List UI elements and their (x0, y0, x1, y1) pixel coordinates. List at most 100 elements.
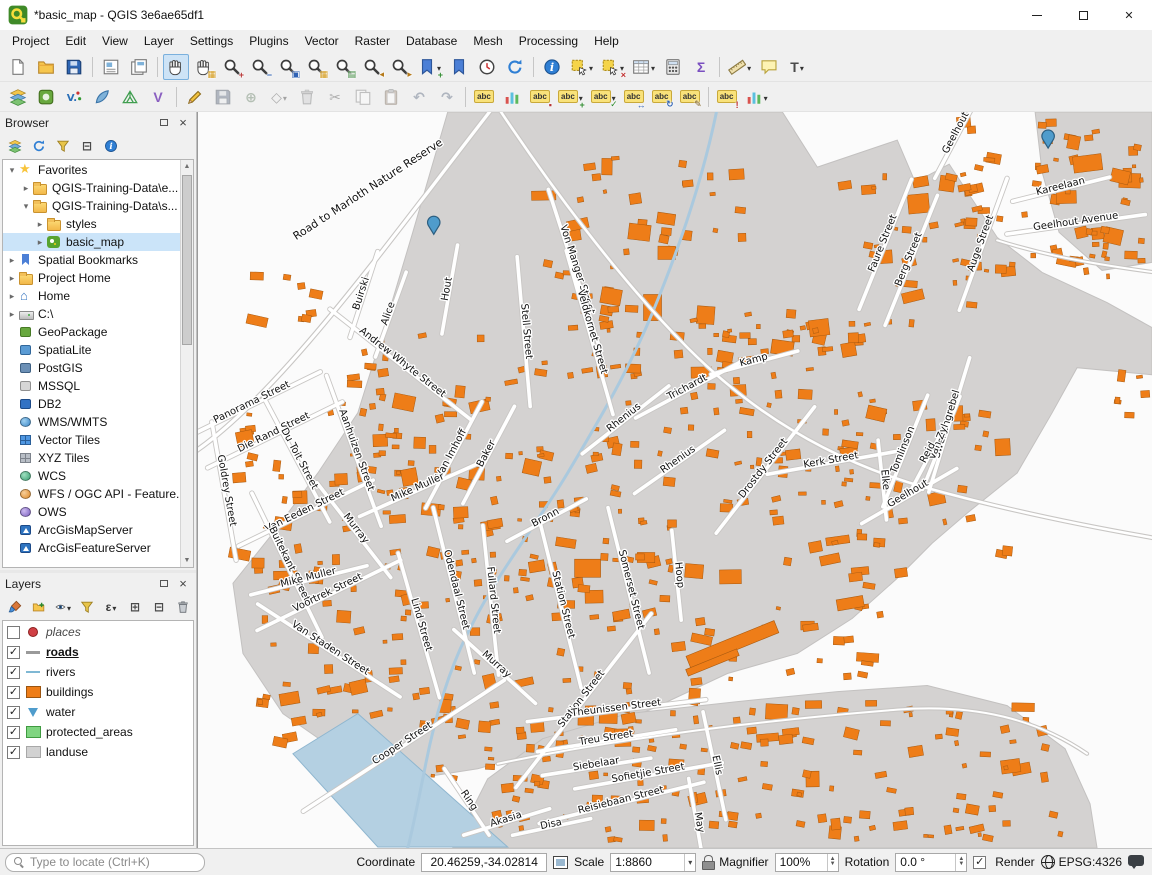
zoom-in[interactable]: + (219, 54, 245, 80)
browser-item-db2[interactable]: DB2 (3, 395, 180, 413)
layer-item-rivers[interactable]: rivers (3, 662, 193, 682)
browser-item-home[interactable]: ▸Home (3, 287, 180, 305)
render-checkbox[interactable]: Render (973, 855, 1034, 869)
zoom-out[interactable]: − (247, 54, 273, 80)
pan-map[interactable] (163, 54, 189, 80)
layer-visibility-checkbox[interactable] (7, 746, 20, 759)
browser-item-arcgisfeatureserver[interactable]: ArcGisFeatureServer (3, 539, 180, 557)
browser-item-geopackage[interactable]: GeoPackage (3, 323, 180, 341)
layers-close-button[interactable] (175, 577, 191, 591)
browser-scrollbar[interactable]: ▲ ▼ (180, 160, 193, 567)
project-new[interactable] (5, 54, 31, 80)
rotate-label[interactable]: abc↻ (649, 84, 675, 110)
layer-item-landuse[interactable]: landuse (3, 742, 193, 762)
spin-arrows-icon[interactable]: ▲▼ (955, 854, 966, 871)
zoom-to-layer[interactable]: ▤ (331, 54, 357, 80)
browser-item-spatial-bookmarks[interactable]: ▸Spatial Bookmarks (3, 251, 180, 269)
project-open[interactable] (33, 54, 59, 80)
add-group[interactable] (28, 596, 50, 618)
highlight-pinned-labels[interactable]: abc▪ (527, 84, 553, 110)
browser-filter[interactable] (52, 135, 74, 157)
new-virtual-layer[interactable]: V (145, 84, 171, 110)
browser-float-button[interactable] (156, 116, 172, 130)
deselect-features[interactable]: × (598, 54, 627, 80)
browser-close-button[interactable] (175, 116, 191, 130)
browser-item-spatialite[interactable]: SpatiaLite (3, 341, 180, 359)
magnifier-spinbox[interactable]: 100% ▲▼ (775, 853, 839, 872)
crs-button[interactable]: EPSG:4326 (1041, 855, 1122, 869)
toolbar-overflow[interactable]: » (195, 596, 196, 618)
expander-icon[interactable]: ▸ (6, 273, 18, 284)
pan-map-to-selection[interactable]: ▦ (191, 54, 217, 80)
filter-legend[interactable] (76, 596, 98, 618)
browser-collapse-all[interactable]: ⊟ (76, 135, 98, 157)
browser-item-project-home[interactable]: ▸Project Home (3, 269, 180, 287)
redo[interactable]: ↷ (434, 84, 460, 110)
cut-features[interactable]: ✂ (322, 84, 348, 110)
maximize-button[interactable] (1060, 0, 1106, 30)
map-canvas[interactable]: Road to Marloth Nature ReserveBuirskiAli… (197, 112, 1152, 848)
field-calculator[interactable] (660, 54, 686, 80)
open-attribute-table[interactable] (629, 54, 658, 80)
collapse-all[interactable]: ⊟ (148, 596, 170, 618)
layer-visibility-checkbox[interactable] (7, 706, 20, 719)
browser-item-vector-tiles[interactable]: Vector Tiles (3, 431, 180, 449)
new-print-layout[interactable] (98, 54, 124, 80)
browser-item-styles[interactable]: ▸styles (3, 215, 180, 233)
menu-project[interactable]: Project (4, 32, 57, 50)
layer-item-buildings[interactable]: buildings (3, 682, 193, 702)
layer-visibility-checkbox[interactable] (7, 726, 20, 739)
browser-item-wfs-ogc-api-feature[interactable]: WFS / OGC API - Feature... (3, 485, 180, 503)
coordinate-input[interactable]: 20.46259,-34.02814 (421, 853, 547, 872)
show-spatial-bookmarks[interactable] (446, 54, 472, 80)
new-shapefile-layer[interactable] (61, 84, 87, 110)
layer-visibility-checkbox[interactable] (7, 666, 20, 679)
expand-all[interactable]: ⊞ (124, 596, 146, 618)
expander-icon[interactable]: ▾ (6, 165, 18, 176)
scale-combo[interactable]: 1:8860 (610, 853, 696, 872)
layer-labeling-options[interactable]: abc (471, 84, 497, 110)
new-mesh-layer[interactable] (117, 84, 143, 110)
identify-features[interactable] (539, 54, 565, 80)
change-label-properties[interactable]: abc✎ (677, 84, 703, 110)
locate-search-input[interactable]: Type to locate (Ctrl+K) (5, 853, 205, 872)
checkbox-checked-icon[interactable] (973, 856, 986, 869)
browser-item-xyz-tiles[interactable]: XYZ Tiles (3, 449, 180, 467)
show-unplaced-labels[interactable]: abc! (714, 84, 740, 110)
browser-item-wcs[interactable]: WCS (3, 467, 180, 485)
paste-features[interactable] (378, 84, 404, 110)
browser-item-c[interactable]: ▸C:\ (3, 305, 180, 323)
zoom-to-selection[interactable]: ▦ (303, 54, 329, 80)
scroll-up-icon[interactable]: ▲ (181, 160, 193, 173)
new-spatial-bookmark[interactable]: + (415, 54, 444, 80)
expander-icon[interactable]: ▸ (34, 219, 46, 230)
browser-properties-widget[interactable] (100, 135, 122, 157)
diagram-options[interactable] (742, 84, 771, 110)
select-features[interactable] (567, 54, 596, 80)
statistical-summary[interactable]: Σ (688, 54, 714, 80)
measure-line[interactable] (725, 54, 754, 80)
menu-raster[interactable]: Raster (347, 32, 398, 50)
expander-icon[interactable]: ▸ (20, 183, 32, 194)
scrollbar-thumb[interactable] (182, 175, 192, 345)
open-layer-styling-panel[interactable] (4, 596, 26, 618)
menu-settings[interactable]: Settings (182, 32, 241, 50)
remove-layer[interactable] (172, 596, 194, 618)
layer-visibility-checkbox[interactable] (7, 626, 20, 639)
vertex-tool[interactable]: ◇ (266, 84, 292, 110)
project-save[interactable] (61, 54, 87, 80)
delete-selected[interactable] (294, 84, 320, 110)
text-annotation[interactable]: T (784, 54, 810, 80)
toggle-extents-icon[interactable] (553, 856, 568, 869)
toggle-editing[interactable] (182, 84, 208, 110)
menu-help[interactable]: Help (586, 32, 627, 50)
map-refresh[interactable] (502, 54, 528, 80)
menu-database[interactable]: Database (398, 32, 465, 50)
expander-icon[interactable]: ▸ (6, 309, 18, 320)
expander-icon[interactable]: ▸ (6, 291, 18, 302)
browser-item-favorites[interactable]: ▾Favorites (3, 161, 180, 179)
layer-item-water[interactable]: water (3, 702, 193, 722)
undo[interactable]: ↶ (406, 84, 432, 110)
data-source-manager[interactable] (5, 84, 31, 110)
filter-by-expression[interactable]: ε (100, 596, 122, 618)
